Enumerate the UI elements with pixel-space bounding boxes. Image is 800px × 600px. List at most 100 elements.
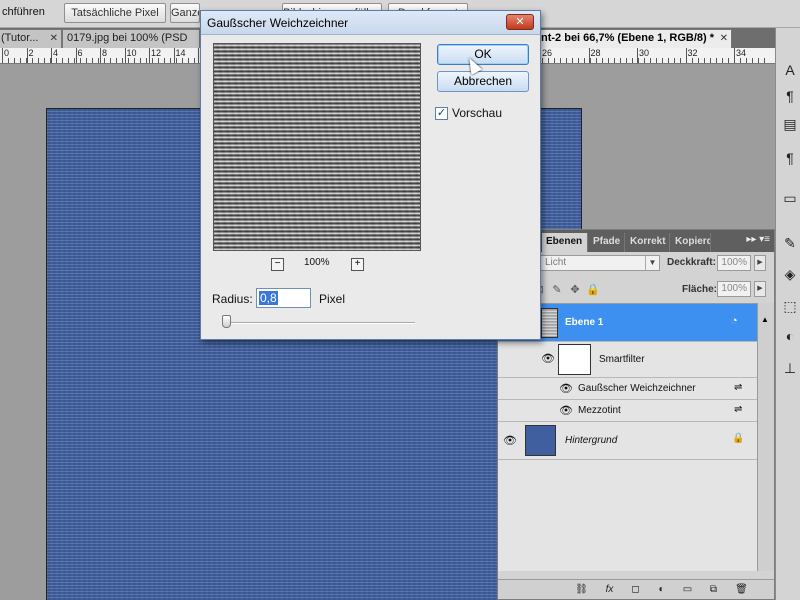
panel-menu-icon[interactable]: ▸▸ ▾≡ <box>746 234 770 245</box>
text-panel-icon[interactable]: ▤ <box>780 114 800 134</box>
fit-screen-button[interactable]: Ganzes Bild <box>170 3 200 23</box>
ruler-minor-tick <box>32 58 33 63</box>
opacity-input[interactable]: 100% <box>717 255 751 271</box>
layer-row-hintergrund[interactable]: 👁 Hintergrund 🔒 <box>498 422 757 460</box>
ruler-minor-tick <box>674 58 675 63</box>
scroll-up-icon[interactable]: ▲ <box>761 315 769 324</box>
eye-icon[interactable]: 👁 <box>502 434 518 448</box>
eye-icon[interactable]: 👁 <box>540 352 556 366</box>
ruler-minor-tick <box>542 58 543 63</box>
ruler-minor-tick <box>68 58 69 63</box>
ruler-minor-tick <box>56 58 57 63</box>
preview-checkbox[interactable]: ✓ <box>435 107 448 120</box>
character-icon[interactable]: A <box>780 60 800 80</box>
radius-slider-track[interactable] <box>225 322 415 324</box>
tab-paths[interactable]: Pfade <box>589 233 625 252</box>
trash-icon[interactable]: 🗑 <box>734 583 749 597</box>
ruler-minor-tick <box>80 58 81 63</box>
ruler-minor-tick <box>116 58 117 63</box>
actual-pixels-button[interactable]: Tatsächliche Pixel <box>64 3 166 23</box>
ruler-minor-tick <box>50 58 51 63</box>
radius-slider-thumb[interactable] <box>222 315 231 328</box>
options-bar-label: chführen <box>2 6 45 18</box>
filter-options-icon[interactable]: ⇌ <box>734 382 742 393</box>
cancel-button[interactable]: Abbrechen <box>437 71 529 92</box>
ruler-label: 6 <box>77 48 83 58</box>
fill-arrow-icon[interactable]: ▶ <box>754 281 766 297</box>
smart-object-icon: ◔ <box>731 315 738 327</box>
zoom-in-button[interactable]: + <box>351 258 364 271</box>
layer-thumbnail <box>525 425 556 456</box>
doc-tab-0179[interactable]: 0179.jpg bei 100% (PSD <box>62 29 200 48</box>
zoom-out-button[interactable]: − <box>271 258 284 271</box>
ruler-minor-tick <box>644 58 645 63</box>
tab-clone-source[interactable]: Kopierq <box>671 233 711 252</box>
ruler-label: 30 <box>639 48 650 58</box>
layers-scrollbar[interactable]: ▲ <box>757 303 774 571</box>
add-mask-icon[interactable]: ◻ <box>628 583 643 597</box>
ruler-minor-tick <box>548 58 549 63</box>
ruler-minor-tick <box>140 58 141 63</box>
layer-row-mezzotint[interactable]: 👁 Mezzotint ⇌ <box>498 400 757 422</box>
ruler-tick <box>75 48 77 63</box>
close-icon[interactable]: ✕ <box>720 30 728 47</box>
fx-icon[interactable]: fx <box>602 583 617 597</box>
filter-options-icon[interactable]: ⇌ <box>734 404 742 415</box>
ruler-minor-tick <box>752 58 753 63</box>
ruler-tick <box>173 48 175 63</box>
layer-list: Ebene 1 ◔ 👁 Smartfilter 👁 Gaußscher Weic… <box>498 303 757 571</box>
ruler-minor-tick <box>194 58 195 63</box>
doc-tab-tutorial[interactable]: (Tutor... ✕ <box>0 29 62 48</box>
filter-mask-thumbnail <box>558 344 591 375</box>
ruler-minor-tick <box>746 58 747 63</box>
lock-pixels-icon[interactable]: ✎ <box>550 283 564 297</box>
eye-icon[interactable]: 👁 <box>558 382 574 396</box>
link-icon[interactable]: ⛓ <box>574 583 589 597</box>
ruler-minor-tick <box>614 58 615 63</box>
dialog-title: Gaußscher Weichzeichner <box>207 16 349 30</box>
zoom-value: 100% <box>304 257 330 268</box>
ruler-minor-tick <box>20 58 21 63</box>
paragraph-mark-icon[interactable]: ¶ <box>780 148 800 168</box>
ruler-minor-tick <box>638 58 639 63</box>
ruler-minor-tick <box>626 58 627 63</box>
lock-position-icon[interactable]: ✥ <box>568 283 582 297</box>
ruler-minor-tick <box>686 58 687 63</box>
layer-row-gaussian-blur[interactable]: 👁 Gaußscher Weichzeichner ⇌ <box>498 378 757 400</box>
lock-all-icon[interactable]: 🔒 <box>586 283 600 297</box>
ruler-minor-tick <box>764 58 765 63</box>
ruler-tick <box>149 48 150 63</box>
new-layer-icon[interactable]: ⧉ <box>706 583 721 597</box>
close-icon[interactable]: ✕ <box>50 30 58 47</box>
opacity-label: Deckkraft: <box>667 257 716 268</box>
mask-icon[interactable]: ◐ <box>780 326 800 346</box>
ruler-minor-tick <box>572 58 573 63</box>
ruler-minor-tick <box>584 58 585 63</box>
layer-row-smartfilter[interactable]: 👁 Smartfilter <box>498 342 757 378</box>
opacity-arrow-icon[interactable]: ▶ <box>754 255 766 271</box>
gaussian-blur-dialog: Gaußscher Weichzeichner ✕ − 100% + Radiu… <box>200 10 541 340</box>
ok-button[interactable]: OK <box>437 44 529 65</box>
dialog-title-bar[interactable]: Gaußscher Weichzeichner ✕ <box>201 11 540 35</box>
ruler-minor-tick <box>698 58 699 63</box>
fill-input[interactable]: 100% <box>717 281 751 297</box>
adjustment-layer-icon[interactable]: ◐ <box>654 583 669 597</box>
paragraph-icon[interactable]: ¶ <box>780 86 800 106</box>
ruler-minor-tick <box>656 58 657 63</box>
transform-icon[interactable]: ⬚ <box>780 296 800 316</box>
close-button[interactable]: ✕ <box>506 14 534 30</box>
ruler-label: 8 <box>102 48 108 58</box>
navigator-icon[interactable]: ▭ <box>780 188 800 208</box>
doc-tab-active[interactable]: nt-2 bei 66,7% (Ebene 1, RGB/8) * ✕ <box>536 29 732 48</box>
group-folder-icon[interactable]: ▭ <box>680 583 695 597</box>
brush-icon[interactable]: ✎ <box>780 233 800 253</box>
stamp-icon[interactable]: ⊥ <box>780 358 800 378</box>
tab-layers[interactable]: Ebenen <box>542 233 588 252</box>
layers-icon[interactable]: ◈ <box>780 264 800 284</box>
right-panel-strip: A ¶ ▤ ¶ ▭ ✎ ◈ ⬚ ◐ ⊥ <box>775 28 800 600</box>
tab-adjustments[interactable]: Korrekt <box>626 233 670 252</box>
ruler-minor-tick <box>44 58 45 63</box>
filter-preview[interactable] <box>213 43 421 251</box>
blend-mode-select[interactable]: Licht ▼ <box>540 255 660 271</box>
eye-icon[interactable]: 👁 <box>558 404 574 418</box>
